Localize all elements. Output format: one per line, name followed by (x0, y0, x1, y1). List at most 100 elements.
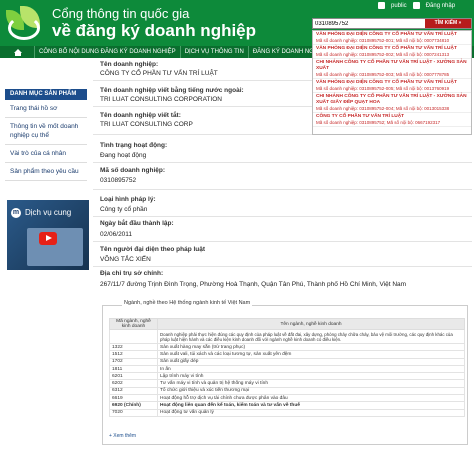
divider (93, 162, 472, 163)
industry-code: 1512 (109, 350, 158, 359)
nav-item-info-services[interactable]: DỊCH VỤ THÔNG TIN (179, 46, 248, 58)
industry-name: Sản xuất vali, túi xách và các loại tươn… (157, 350, 465, 359)
industry-code: 6312 (109, 386, 158, 396)
foreign-name-label: Tên doanh nghiệp viết bằng tiếng nước ng… (100, 87, 244, 94)
address-value: 267/11/7 đường Trịnh Đình Trọng, Phường … (100, 281, 407, 288)
sidebar: DANH MỤC SẢN PHẨM Trang thái hồ sơ Thông… (5, 89, 87, 181)
suggestion-item[interactable]: CHI NHÁNH CÔNG TY CỔ PHẦN TƯ VẤN TRÍ LUẬ… (313, 59, 471, 79)
suggestion-item[interactable]: VĂN PHÒNG ĐẠI DIỆN CÔNG TY CỔ PHẦN TƯ VẤ… (313, 45, 471, 59)
divider (93, 216, 472, 217)
industry-name: Lập trình máy vi tính (157, 372, 465, 381)
founding-date-value: 02/06/2011 (100, 231, 133, 238)
channel-logo-icon: m (11, 208, 21, 218)
industry-name: Tư vấn máy vi tính và quản trị hệ thống … (157, 379, 465, 388)
industry-code: 6202 (109, 379, 158, 388)
nav-home[interactable] (0, 46, 34, 58)
video-title: Dịch vụ cung (25, 208, 72, 217)
representative-label: Tên người đại diện theo pháp luật (100, 246, 206, 253)
table-header-row: Mã ngành, nghề kinh doanh Tên ngành, ngh… (109, 318, 465, 330)
search-suggestions: VĂN PHÒNG ĐẠI DIỆN CÔNG TY CỔ PHẦN TƯ VẤ… (312, 30, 472, 135)
status-value: Đang hoạt động (100, 152, 147, 159)
industries-table: Mã ngành, nghề kinh doanh Tên ngành, ngh… (109, 318, 465, 417)
sidebar-item-status[interactable]: Trang thái hồ sơ (5, 100, 87, 118)
company-name-value: CÔNG TY CỔ PHẦN TƯ VẤN TRÍ LUẬT (100, 70, 218, 77)
public-link[interactable]: public (391, 3, 407, 9)
show-more-link[interactable]: + Xem thêm (109, 433, 136, 439)
site-title-line1: Cổng thông tin quốc gia (52, 6, 190, 21)
column-header-name: Tên ngành, nghề kinh doanh (157, 318, 465, 330)
industry-name: Sản xuất hàng may sẵn (trừ trang phục) (157, 342, 465, 352)
address-label: Địa chỉ trụ sở chính: (100, 270, 164, 277)
logo-swoosh-icon (8, 16, 40, 40)
industry-code: 6619 (109, 394, 158, 403)
suggestion-item[interactable]: CÔNG TY CỔ PHẦN TƯ VẤN TRÍ LUẬT Mã số do… (313, 113, 471, 127)
industry-code (109, 329, 158, 344)
business-code-label: Mã số doanh nghiệp: (100, 167, 165, 174)
suggestion-meta: Mã số doanh nghiệp: 0310895752-005; Mã s… (316, 86, 450, 91)
home-icon (13, 48, 22, 56)
business-code-value: 0310895752 (100, 177, 137, 184)
table-row: 1512 Sản xuất vali, túi xách và các loại… (109, 350, 465, 359)
site-logo[interactable] (4, 4, 44, 42)
search-input[interactable] (315, 19, 425, 28)
representative-value: VÕNG TẮC XIẾN (100, 256, 151, 263)
founding-date-label: Ngày bắt đầu thành lập: (100, 220, 174, 227)
table-row: 1702 Sản xuất giấy dép (109, 357, 465, 366)
suggestion-name: CHI NHÁNH CÔNG TY CỔ PHẦN TƯ VẤN TRÍ LUẬ… (316, 60, 467, 71)
table-row: 6619 Hoạt động hỗ trợ dịch vụ tài chính … (109, 394, 465, 403)
suggestion-meta: Mã số doanh nghiệp: 0310895752-002; Mã s… (316, 52, 450, 57)
short-name-label: Tên doanh nghiệp viết tắt: (100, 112, 181, 119)
industry-code: 6201 (109, 372, 158, 381)
suggestion-meta: Mã số doanh nghiệp: 0310895752; Mã số nộ… (316, 120, 441, 125)
table-row: 6202 Tư vấn máy vi tính và quản trị hệ t… (109, 379, 465, 388)
sidebar-item-company-info[interactable]: Thông tin về mốt doanh nghiệp cụ thể (5, 118, 87, 145)
site-title-line2: về đăng ký doanh nghiệp (52, 21, 257, 40)
industry-name: Hoạt động tư vấn quản lý (157, 408, 465, 417)
status-label: Tình trạng hoạt động: (100, 142, 168, 149)
foreign-name-value: TRI LUAT CONSULTING CORPORATION (100, 96, 222, 103)
table-row: 7020 Hoạt động tư vấn quản lý (109, 408, 465, 417)
industry-name: Doanh nghiệp phải thực hiện đúng các quy… (157, 329, 465, 344)
legal-type-label: Loại hình pháp lý: (100, 196, 156, 203)
industry-name: Tổ chức giới thiệu và xúc tiến thương mạ… (157, 386, 465, 396)
nav-item-public-info[interactable]: CÔNG BỐ NỘI DUNG ĐĂNG KÝ DOANH NGHIỆP (34, 46, 180, 58)
page: Cổng thông tin quốc gia về đăng ký doanh… (0, 0, 474, 451)
public-icon (378, 2, 385, 9)
suggestion-item[interactable]: CHI NHÁNH CÔNG TY CỔ PHẦN TƯ VẤN TRÍ LUẬ… (313, 93, 471, 113)
industry-code: 1811 (109, 364, 158, 374)
industry-code: 6920 (Chính) (109, 401, 158, 410)
user-icon (412, 2, 420, 9)
table-row: 6312 Tổ chức giới thiệu và xúc tiến thươ… (109, 386, 465, 396)
login-link[interactable]: Đăng nhập (426, 3, 455, 9)
sidebar-heading: DANH MỤC SẢN PHẨM (5, 89, 87, 100)
industry-code: 1702 (109, 357, 158, 366)
top-links: public Đăng nhập (378, 2, 455, 9)
suggestion-name: CHI NHÁNH CÔNG TY CỔ PHẦN TƯ VẤN TRÍ LUẬ… (316, 94, 467, 105)
industry-name: Hoạt động hỗ trợ dịch vụ tài chính chưa … (157, 394, 465, 403)
divider (93, 189, 472, 190)
sidebar-item-custom-product[interactable]: Sản phẩm theo yêu cầu (5, 163, 87, 181)
divider (93, 266, 472, 267)
table-row: 1811 In ấn (109, 364, 465, 374)
suggestion-item[interactable]: VĂN PHÒNG ĐẠI DIỆN CÔNG TY CỔ PHẦN TƯ VẤ… (313, 31, 471, 45)
divider (93, 241, 472, 242)
suggestion-meta: Mã số doanh nghiệp: 0310895752-001; Mã s… (316, 38, 450, 43)
search-bar: TÌM KIẾM » (312, 18, 472, 29)
search-button[interactable]: TÌM KIẾM » (425, 19, 471, 28)
video-player[interactable]: m Dịch vụ cung (7, 200, 89, 270)
table-row: 6201 Lập trình máy vi tính (109, 372, 465, 381)
table-row-main-industry: 6920 (Chính) Hoạt động liên quan đến kế … (109, 401, 465, 410)
industry-code: 1322 (109, 342, 158, 352)
industry-name: In ấn (157, 364, 465, 374)
company-name-label: Tên doanh nghiệp: (100, 61, 159, 68)
table-row: 1322 Sản xuất hàng may sẵn (trừ trang ph… (109, 342, 465, 352)
short-name-value: TRI LUAT CONSULTING CORP (100, 121, 193, 128)
table-row: Doanh nghiệp phải thực hiện đúng các quy… (109, 329, 465, 344)
suggestion-meta: Mã số doanh nghiệp: 0310895752-003; Mã s… (316, 72, 450, 77)
sidebar-item-individual-role[interactable]: Vài trò của cá nhân (5, 145, 87, 163)
play-icon[interactable] (39, 232, 57, 245)
industry-name: Hoạt động liên quan đến kế toán, kiểm to… (157, 401, 465, 410)
suggestion-item[interactable]: VĂN PHÒNG ĐẠI DIỆN CÔNG TY CỔ PHẦN TƯ VẤ… (313, 79, 471, 93)
legal-type-value: Công ty cổ phần (100, 206, 148, 213)
industries-legend: Ngành, nghề theo Hệ thống ngành kinh tế … (122, 300, 253, 306)
